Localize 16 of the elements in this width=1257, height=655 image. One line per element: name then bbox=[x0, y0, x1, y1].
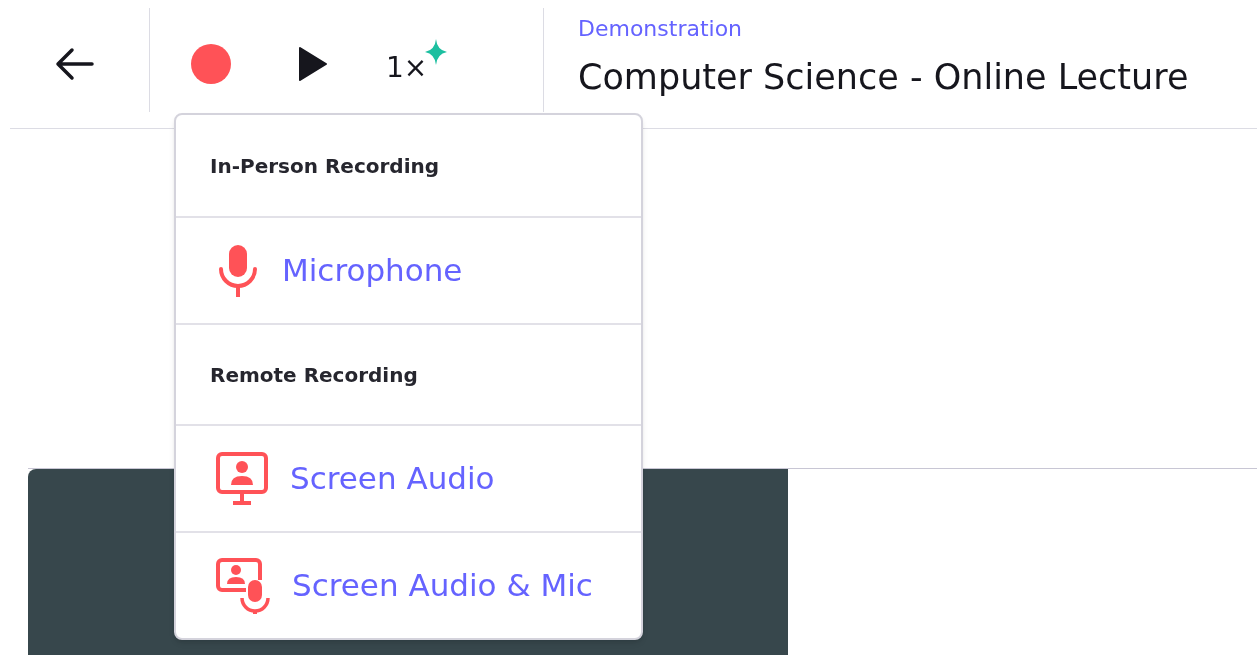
play-button[interactable] bbox=[298, 46, 328, 82]
monitor-microphone-icon bbox=[216, 557, 270, 614]
menu-item[interactable]: Microphone bbox=[176, 216, 641, 323]
microphone-icon bbox=[216, 242, 260, 299]
record-button[interactable] bbox=[190, 43, 232, 85]
section-heading: In-Person Recording bbox=[210, 152, 440, 180]
menu-item[interactable]: Screen Audio bbox=[176, 424, 641, 531]
speed-button[interactable]: 1× bbox=[386, 39, 448, 89]
sparkle-icon bbox=[425, 39, 448, 65]
page-title: Computer Science - Online Lecture bbox=[578, 56, 1189, 99]
menu-item[interactable]: Screen Audio & Mic bbox=[176, 531, 641, 638]
record-icon bbox=[190, 43, 232, 85]
breadcrumb-link[interactable]: Demonstration bbox=[578, 12, 1189, 45]
monitor-person-icon bbox=[216, 451, 268, 506]
play-icon bbox=[298, 46, 328, 82]
section-heading: Remote Recording bbox=[210, 361, 418, 389]
